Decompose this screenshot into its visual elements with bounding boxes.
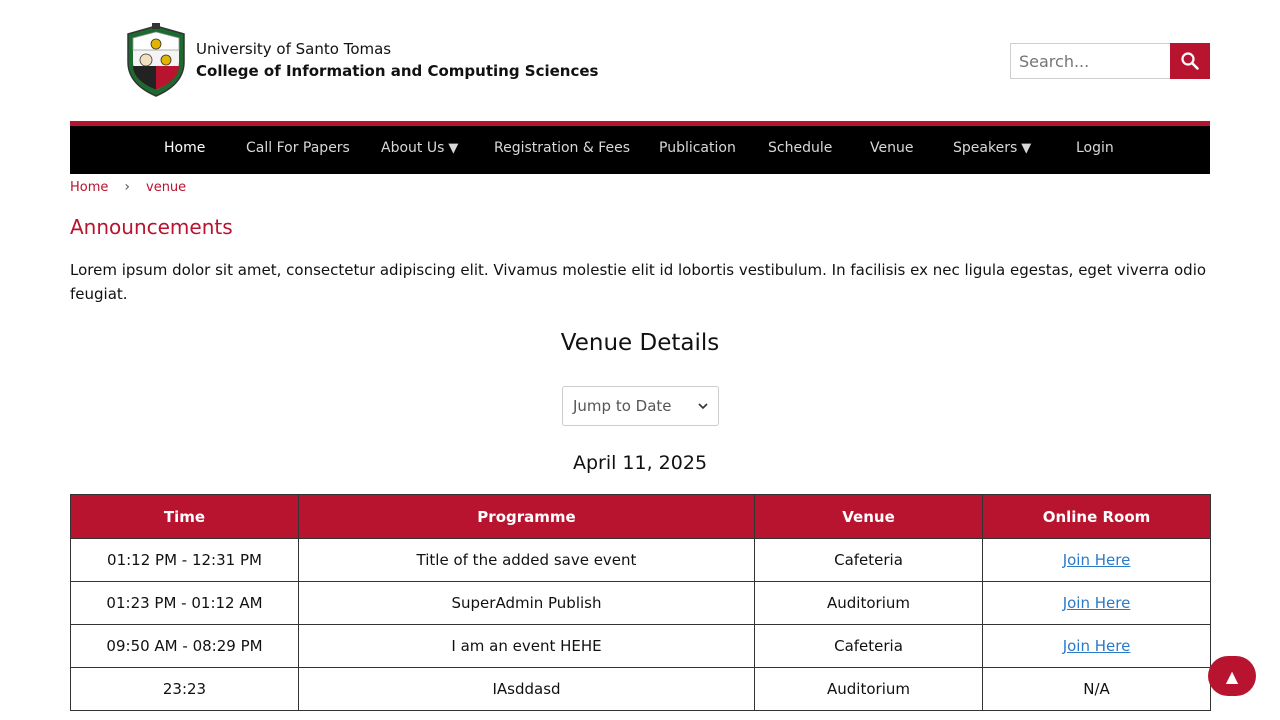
search-icon [1181, 52, 1199, 70]
chevron-right-icon: › [124, 179, 130, 195]
cell-online-room: Join Here [982, 581, 1211, 625]
main-nav: Home Call For Papers About Us ▼ Registrat… [70, 121, 1210, 174]
nav-item-publication[interactable]: Publication [659, 140, 736, 156]
nav-item-schedule[interactable]: Schedule [768, 140, 832, 156]
table-row: 23:23 IAsddasd Auditorium N/A [70, 667, 1211, 711]
cell-time: 01:23 PM - 01:12 AM [70, 581, 299, 625]
column-header-venue: Venue [754, 494, 983, 539]
ust-seal-icon[interactable] [124, 22, 188, 98]
site-header: University of Santo Tomas College of Inf… [0, 0, 1280, 122]
announcements-text: Lorem ipsum dolor sit amet, consectetur … [70, 261, 1207, 303]
page-title: Venue Details [560, 330, 720, 356]
announcements-title: Announcements [70, 215, 233, 239]
breadcrumb-current: venue [146, 180, 187, 195]
cell-programme: I am an event HEHE [298, 624, 755, 668]
cell-online-room: Join Here [982, 538, 1211, 582]
chevron-down-icon: ▼ [448, 141, 459, 156]
nav-item-venue[interactable]: Venue [870, 140, 913, 156]
chevron-down-icon: ▼ [1021, 141, 1032, 156]
chevron-down-icon [698, 403, 708, 410]
cell-venue: Cafeteria [754, 538, 983, 582]
cell-venue: Auditorium [754, 667, 983, 711]
schedule-table: Time Programme Venue Online Room 01:12 P… [70, 494, 1211, 711]
cell-venue: Auditorium [754, 581, 983, 625]
date-heading: April 11, 2025 [572, 452, 708, 474]
university-name: University of Santo Tomas [196, 40, 392, 58]
table-row: 09:50 AM - 08:29 PM I am an event HEHE C… [70, 624, 1211, 668]
column-header-programme: Programme [298, 494, 755, 539]
jump-to-date-select[interactable]: Jump to Date [562, 386, 719, 426]
join-link[interactable]: Join Here [1063, 551, 1131, 569]
nav-item-about-us[interactable]: About Us ▼ [381, 140, 458, 156]
cell-programme: IAsddasd [298, 667, 755, 711]
table-header-row: Time Programme Venue Online Room [70, 494, 1211, 539]
cell-time: 01:12 PM - 12:31 PM [70, 538, 299, 582]
cell-programme: Title of the added save event [298, 538, 755, 582]
cell-venue: Cafeteria [754, 624, 983, 668]
column-header-time: Time [70, 494, 299, 539]
nav-item-registration-fees[interactable]: Registration & Fees [494, 140, 630, 156]
table-row: 01:12 PM - 12:31 PM Title of the added s… [70, 538, 1211, 582]
nav-item-login[interactable]: Login [1076, 140, 1114, 156]
nav-item-call-for-papers[interactable]: Call For Papers [246, 140, 350, 156]
select-value: Jump to Date [573, 397, 672, 415]
nav-item-label: About Us [381, 140, 445, 156]
table-row: 01:23 PM - 01:12 AM SuperAdmin Publish A… [70, 581, 1211, 625]
breadcrumb: Home › venue [70, 179, 186, 195]
search-bar [1010, 43, 1210, 79]
join-link[interactable]: Join Here [1063, 637, 1131, 655]
join-link[interactable]: Join Here [1063, 594, 1131, 612]
cell-online-room: N/A [982, 667, 1211, 711]
nav-item-speakers[interactable]: Speakers ▼ [953, 140, 1031, 156]
nav-item-home[interactable]: Home [164, 140, 205, 156]
arrow-up-icon: ▲ [1225, 666, 1239, 686]
column-header-online-room: Online Room [982, 494, 1211, 539]
cell-time: 09:50 AM - 08:29 PM [70, 624, 299, 668]
nav-item-label: Speakers [953, 140, 1018, 156]
scroll-to-top-button[interactable]: ▲ [1208, 656, 1256, 696]
cell-online-room: Join Here [982, 624, 1211, 668]
search-input[interactable] [1010, 43, 1170, 79]
cell-time: 23:23 [70, 667, 299, 711]
cell-programme: SuperAdmin Publish [298, 581, 755, 625]
search-button[interactable] [1170, 43, 1210, 79]
breadcrumb-home[interactable]: Home [70, 180, 108, 195]
college-name: College of Information and Computing Sci… [196, 62, 599, 80]
